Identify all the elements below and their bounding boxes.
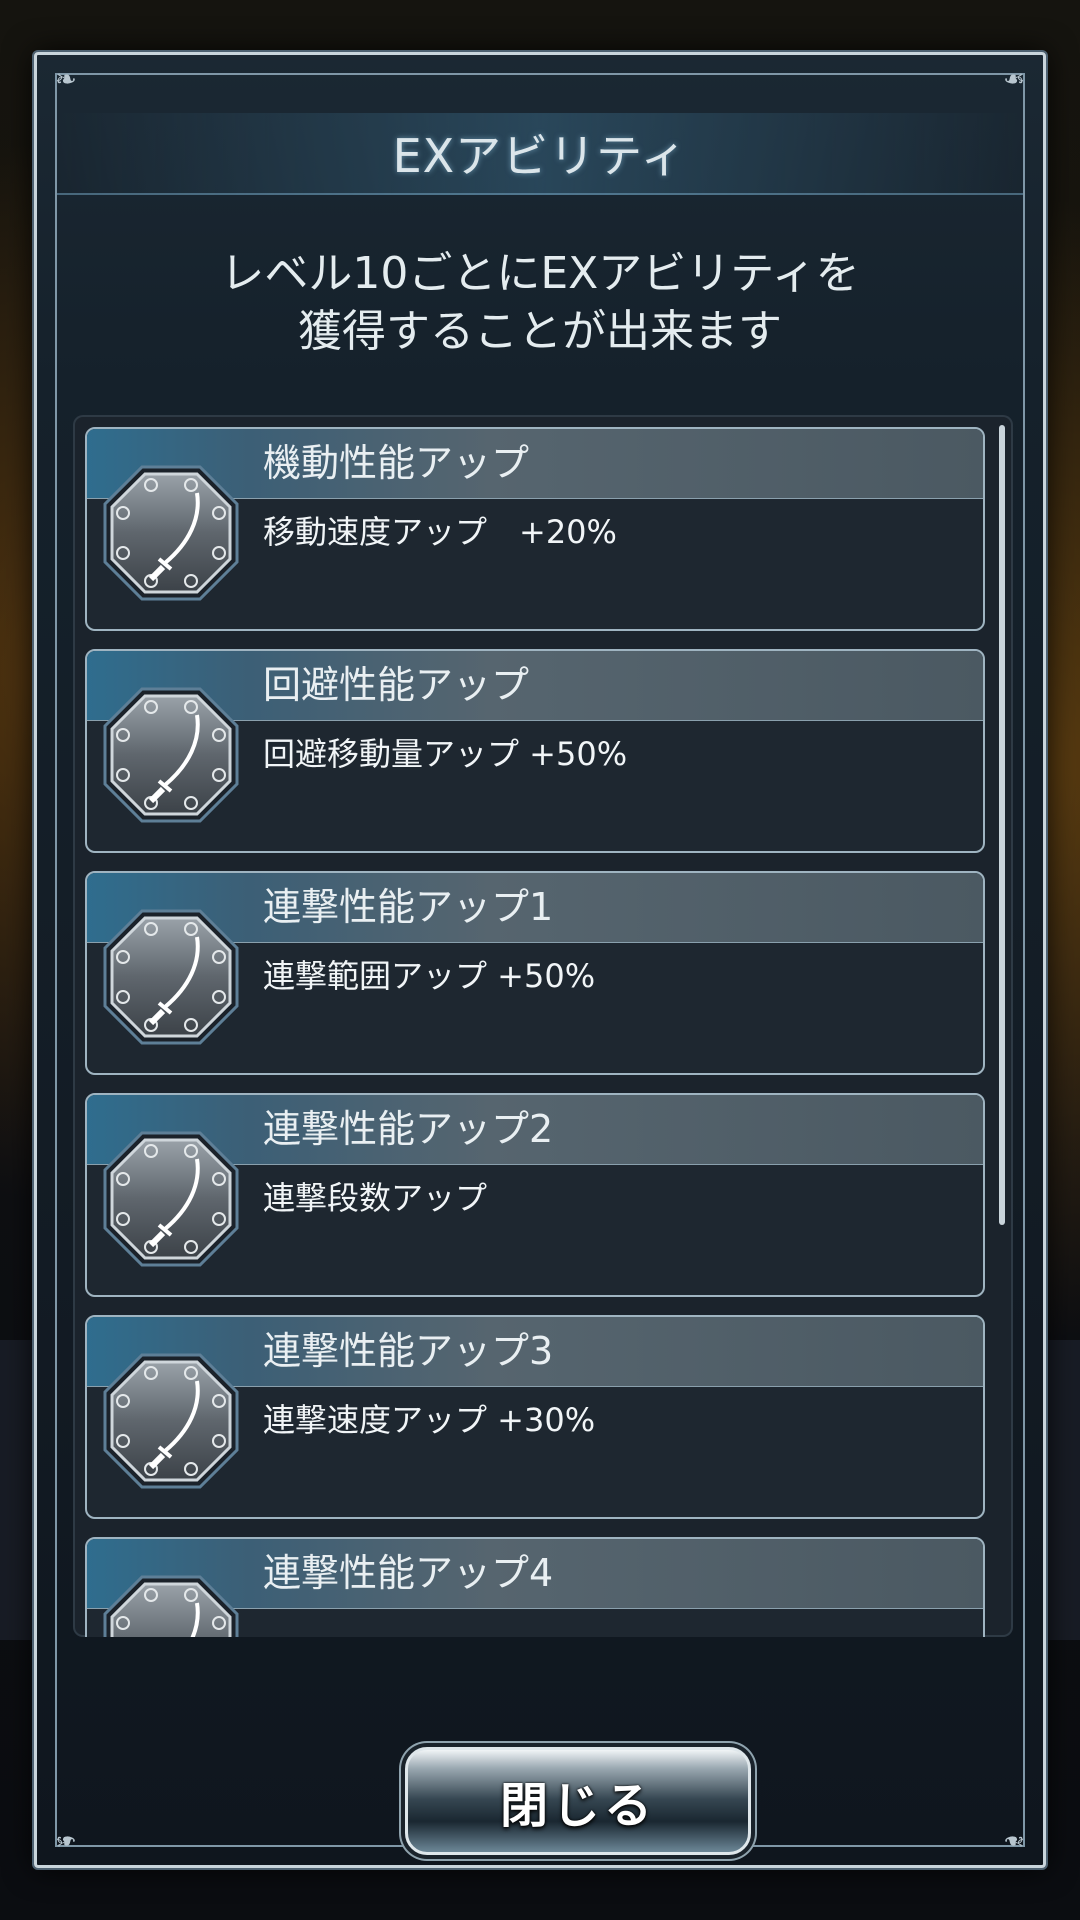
ability-description: 連撃範囲アップ +50% bbox=[263, 957, 596, 995]
ability-list-item[interactable]: 連撃性能アップ4 bbox=[85, 1537, 985, 1637]
corner-ornament-icon: ❧ bbox=[1003, 1825, 1025, 1855]
list-scrollbar[interactable] bbox=[999, 425, 1005, 1225]
ability-list-item[interactable]: 連撃性能アップ1 連撃範囲アップ +50% bbox=[85, 871, 985, 1075]
description-line: 獲得することが出来ます bbox=[298, 306, 782, 357]
corner-ornament-icon: ❧ bbox=[55, 1825, 77, 1855]
ability-title: 連撃性能アップ4 bbox=[263, 1551, 554, 1595]
sword-icon bbox=[101, 1129, 241, 1269]
ability-title: 連撃性能アップ2 bbox=[263, 1107, 554, 1151]
ability-list-item[interactable]: 連撃性能アップ3 連撃速度アップ +30% bbox=[85, 1315, 985, 1519]
corner-ornament-icon: ❧ bbox=[55, 65, 77, 95]
description-line: レベル10ごとにEXアビリティを bbox=[220, 248, 860, 299]
ability-list[interactable]: 機動性能アップ移動速度アップ +20% 回避性能アップ回避移動量アップ +50%… bbox=[73, 415, 1013, 1637]
ability-title: 連撃性能アップ3 bbox=[263, 1329, 554, 1373]
sword-icon bbox=[101, 685, 241, 825]
ability-list-item[interactable]: 連撃性能アップ2 連撃段数アップ bbox=[85, 1093, 985, 1297]
ability-list-item[interactable]: 機動性能アップ移動速度アップ +20% bbox=[85, 427, 985, 631]
ability-title: 機動性能アップ bbox=[263, 441, 530, 485]
ability-list-item[interactable]: 回避性能アップ回避移動量アップ +50% bbox=[85, 649, 985, 853]
sword-icon bbox=[101, 463, 241, 603]
corner-ornament-icon: ❧ bbox=[1003, 65, 1025, 95]
dialog-description: レベル10ごとにEXアビリティを 獲得することが出来ます bbox=[37, 245, 1043, 361]
ability-description: 連撃段数アップ bbox=[263, 1179, 488, 1217]
ability-description: 回避移動量アップ +50% bbox=[263, 735, 628, 773]
ex-ability-dialog: ❧ ❧ ❧ ❧ EXアビリティ レベル10ごとにEXアビリティを 獲得することが… bbox=[34, 52, 1046, 1868]
sword-icon bbox=[101, 1573, 241, 1637]
dialog-title-bar: EXアビリティ bbox=[57, 113, 1023, 195]
ability-title: 連撃性能アップ1 bbox=[263, 885, 554, 929]
sword-icon bbox=[101, 1351, 241, 1491]
close-button-label: 閉じる bbox=[499, 1778, 656, 1834]
ability-title: 回避性能アップ bbox=[263, 663, 530, 707]
sword-icon bbox=[101, 907, 241, 1047]
dialog-title: EXアビリティ bbox=[392, 129, 688, 183]
close-button[interactable]: 閉じる bbox=[405, 1747, 751, 1855]
ability-description: 移動速度アップ +20% bbox=[263, 513, 617, 551]
ability-description: 連撃速度アップ +30% bbox=[263, 1401, 596, 1439]
